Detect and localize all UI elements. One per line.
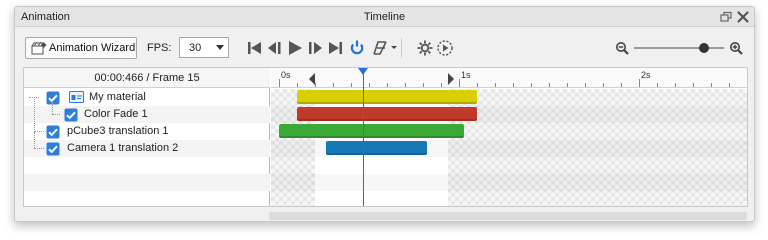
tree-label: Color Fade 1: [84, 108, 148, 120]
zoom-out-icon[interactable]: [613, 39, 631, 57]
ruler-tick: [639, 79, 640, 87]
tree-label: Camera 1 translation 2: [67, 142, 179, 154]
checkbox-color-fade[interactable]: [64, 108, 78, 122]
ruler-tick: [513, 83, 514, 87]
timeline-area[interactable]: 0s 1s 2s: [271, 68, 747, 206]
material-icon: [69, 90, 84, 104]
zoom-in-icon[interactable]: [727, 39, 745, 57]
fps-select[interactable]: 30: [179, 37, 229, 58]
ruler-tick: [459, 79, 460, 87]
ruler-tick: [405, 83, 406, 87]
chevron-down-icon: [216, 45, 224, 50]
tree-label: pCube3 translation 1: [67, 125, 169, 137]
playhead-handle[interactable]: [357, 68, 368, 75]
current-time-display: 00:00:466 / Frame 15: [24, 68, 270, 88]
time-ruler[interactable]: 0s 1s 2s: [271, 68, 747, 88]
ruler-tick: [333, 83, 334, 87]
tree-guide: [52, 114, 60, 115]
track-bar-pcube3[interactable]: [279, 124, 465, 138]
tree-guide: [34, 132, 35, 148]
ruler-tick: [441, 83, 442, 87]
track-row-shade: [271, 174, 747, 191]
preview-icon[interactable]: [436, 39, 454, 57]
toolbar-separator: [401, 38, 402, 58]
track-bar-camera1[interactable]: [325, 141, 427, 155]
ruler-tick: [495, 83, 496, 87]
ruler-tick: [675, 83, 676, 87]
ruler-tick: [603, 83, 604, 87]
ruler-tick: [315, 83, 316, 87]
animation-wizard-label: Animation Wizard: [49, 42, 136, 54]
track-bar-my-material[interactable]: [297, 90, 477, 104]
step-back-icon[interactable]: [266, 39, 284, 57]
ruler-tick: [729, 83, 730, 87]
ruler-tick: [711, 83, 712, 87]
title-bar: Animation Timeline: [15, 7, 754, 27]
zoom-slider-track[interactable]: [634, 47, 724, 49]
ruler-tick: [477, 83, 478, 87]
tree-label: My material: [89, 91, 146, 103]
ruler-tick: [423, 83, 424, 87]
play-icon[interactable]: [286, 39, 304, 57]
wizard-icon: [31, 41, 47, 58]
range-start-marker[interactable]: [309, 73, 315, 85]
window-title: Timeline: [363, 11, 406, 23]
track-bar-color-fade[interactable]: [297, 107, 477, 121]
fps-value: 30: [189, 42, 202, 54]
restore-window-icon[interactable]: [718, 9, 734, 25]
ruler-label: 0s: [281, 70, 291, 80]
ruler-tick: [585, 83, 586, 87]
go-to-start-icon[interactable]: [246, 39, 264, 57]
range-end-marker[interactable]: [448, 73, 455, 85]
fps-label: FPS:: [147, 42, 172, 54]
zoom-slider-thumb[interactable]: [699, 43, 709, 53]
tree-guide: [52, 102, 53, 114]
tree-row-camera1[interactable]: Camera 1 translation 2: [24, 132, 270, 157]
animation-wizard-button[interactable]: Animation Wizard: [25, 37, 137, 59]
ruler-label: 1s: [461, 70, 471, 80]
checkbox-pcube3[interactable]: [46, 125, 60, 139]
tree-row-empty: [24, 174, 270, 191]
tree-guide: [34, 131, 44, 132]
tree-guide: [34, 97, 35, 132]
timeline-content: 00:00:466 / Frame 15 My material Color F…: [23, 67, 748, 207]
ruler-tick: [657, 83, 658, 87]
ruler-label: 2s: [641, 70, 651, 80]
animation-panel: Animation Timeline Animation Wizard FPS:…: [14, 6, 755, 222]
ruler-tick: [369, 83, 370, 87]
checkbox-camera1[interactable]: [46, 142, 60, 156]
loop-icon[interactable]: [348, 39, 366, 57]
ruler-tick: [387, 83, 388, 87]
close-icon[interactable]: [735, 9, 751, 25]
toolbar: Animation Wizard FPS: 30: [15, 28, 754, 66]
settings-icon[interactable]: [416, 39, 434, 57]
playhead-line[interactable]: [362, 68, 364, 206]
tree-guide: [34, 148, 44, 149]
ruler-tick: [567, 83, 568, 87]
tree-row-empty: [24, 157, 270, 174]
ruler-tick: [621, 83, 622, 87]
ruler-tick: [351, 83, 352, 87]
ruler-tick: [297, 83, 298, 87]
tree-row-my-material[interactable]: My material: [24, 89, 270, 106]
ruler-tick: [549, 83, 550, 87]
horizontal-scrollbar[interactable]: [269, 212, 747, 220]
ruler-tick: [693, 83, 694, 87]
step-forward-icon[interactable]: [306, 39, 324, 57]
ruler-tick: [279, 79, 280, 87]
go-to-end-icon[interactable]: [326, 39, 344, 57]
tree-row-color-fade[interactable]: Color Fade 1: [24, 102, 270, 123]
animation-tree: 00:00:466 / Frame 15 My material Color F…: [24, 68, 270, 206]
curve-menu-icon[interactable]: [372, 39, 398, 57]
tree-row-pcube3[interactable]: pCube3 translation 1: [24, 97, 270, 140]
ruler-tick: [531, 83, 532, 87]
